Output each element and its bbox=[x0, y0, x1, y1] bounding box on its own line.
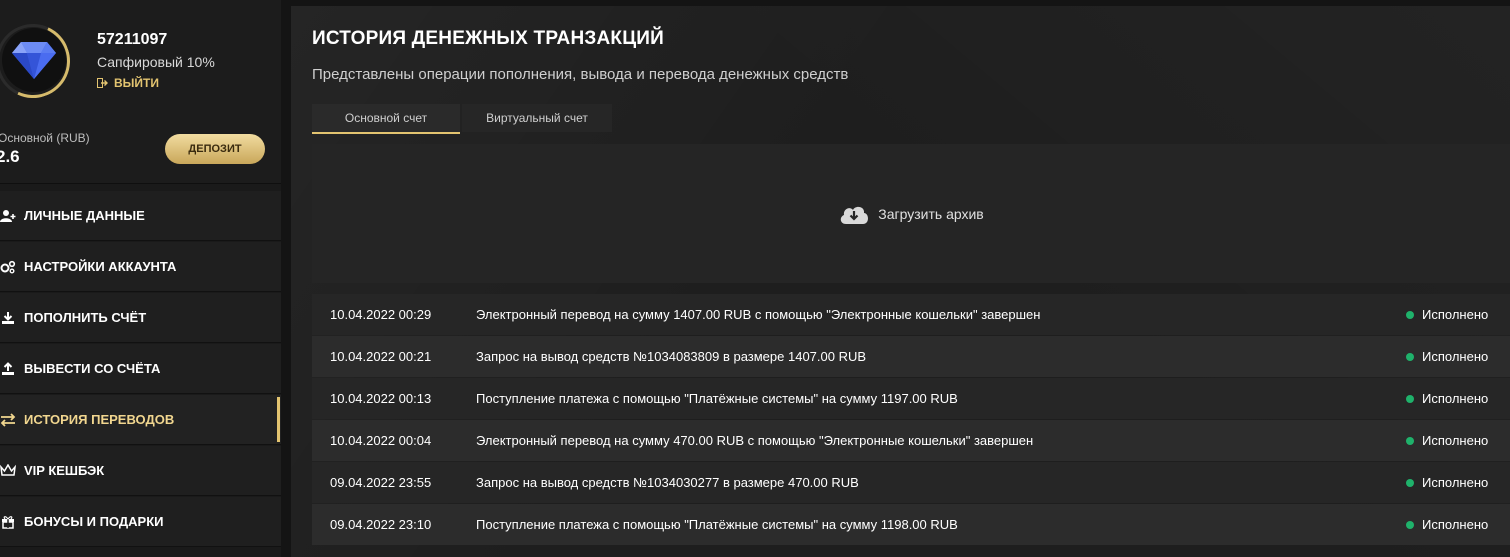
user-plus-icon bbox=[0, 209, 18, 223]
table-row: 09.04.2022 23:10 Поступление платежа с п… bbox=[312, 504, 1510, 545]
transaction-status: Исполнено bbox=[1406, 307, 1510, 322]
sidebar-item-label: НАСТРОЙКИ АККАУНТА bbox=[24, 259, 177, 274]
transaction-status: Исполнено bbox=[1406, 475, 1510, 490]
status-label: Исполнено bbox=[1422, 475, 1489, 490]
status-label: Исполнено bbox=[1422, 349, 1489, 364]
sidebar-item-label: ИСТОРИЯ ПЕРЕВОДОВ bbox=[24, 412, 175, 427]
transaction-status: Исполнено bbox=[1406, 391, 1510, 406]
sidebar-item-transfer-history[interactable]: ИСТОРИЯ ПЕРЕВОДОВ bbox=[0, 395, 281, 445]
deposit-button[interactable]: ДЕПОЗИТ bbox=[165, 134, 265, 164]
status-label: Исполнено bbox=[1422, 391, 1489, 406]
transaction-status: Исполнено bbox=[1406, 433, 1510, 448]
sidebar-item-personal-data[interactable]: ЛИЧНЫЕ ДАННЫЕ bbox=[0, 191, 281, 241]
sidebar-item-withdraw[interactable]: ВЫВЕСТИ СО СЧЁТА bbox=[0, 344, 281, 394]
sidebar-item-label: ВЫВЕСТИ СО СЧЁТА bbox=[24, 361, 161, 376]
table-row: 10.04.2022 00:29 Электронный перевод на … bbox=[312, 294, 1510, 335]
sidebar-item-bonuses[interactable]: БОНУСЫ И ПОДАРКИ bbox=[0, 497, 281, 547]
status-label: Исполнено bbox=[1422, 433, 1489, 448]
sidebar-item-label: ЛИЧНЫЕ ДАННЫЕ bbox=[24, 208, 145, 223]
table-row: 09.04.2022 23:55 Запрос на вывод средств… bbox=[312, 462, 1510, 503]
profile-card: 57211097 Сапфировый 10% ВЫЙТИ Основной (… bbox=[0, 0, 281, 184]
table-row: 10.04.2022 00:13 Поступление платежа с п… bbox=[312, 378, 1510, 419]
transaction-description: Запрос на вывод средств №1034083809 в ра… bbox=[476, 349, 867, 364]
sidebar-item-label: ПОПОЛНИТЬ СЧЁТ bbox=[24, 310, 147, 325]
sidebar-item-vip-cashback[interactable]: VIP КЕШБЭК bbox=[0, 446, 281, 496]
sidebar-menu: ЛИЧНЫЕ ДАННЫЕ НАСТРОЙКИ АККАУНТА ПОПОЛНИ… bbox=[0, 191, 281, 548]
status-dot-icon bbox=[1406, 478, 1414, 487]
logout-link[interactable]: ВЫЙТИ bbox=[97, 76, 159, 90]
transaction-description: Электронный перевод на сумму 1407.00 RUB… bbox=[476, 307, 1041, 322]
gears-icon bbox=[0, 260, 18, 274]
logout-icon bbox=[97, 78, 108, 88]
table-row: 10.04.2022 00:21 Запрос на вывод средств… bbox=[312, 336, 1510, 377]
download-archive-label: Загрузить архив bbox=[878, 205, 984, 222]
account-balance: 2.6 bbox=[0, 147, 20, 166]
status-dot-icon bbox=[1406, 352, 1414, 361]
transaction-status: Исполнено bbox=[1406, 517, 1510, 532]
transaction-description: Запрос на вывод средств №1034030277 в ра… bbox=[476, 475, 859, 490]
tab-main-account[interactable]: Основной счет bbox=[312, 104, 460, 134]
download-archive-button[interactable]: Загрузить архив bbox=[312, 144, 1510, 283]
sidebar-item-account-settings[interactable]: НАСТРОЙКИ АККАУНТА bbox=[0, 242, 281, 292]
page-title: ИСТОРИЯ ДЕНЕЖНЫХ ТРАНЗАКЦИЙ bbox=[312, 28, 664, 49]
status-dot-icon bbox=[1406, 520, 1414, 529]
transaction-date: 09.04.2022 23:10 bbox=[330, 517, 432, 532]
upload-icon bbox=[0, 361, 18, 376]
transaction-date: 10.04.2022 00:29 bbox=[330, 307, 432, 322]
main-content: ИСТОРИЯ ДЕНЕЖНЫХ ТРАНЗАКЦИЙ Представлены… bbox=[291, 6, 1510, 557]
transaction-description: Поступление платежа с помощью "Платёжные… bbox=[476, 517, 958, 532]
logout-label: ВЫЙТИ bbox=[114, 76, 159, 90]
sidebar: 57211097 Сапфировый 10% ВЫЙТИ Основной (… bbox=[0, 0, 281, 557]
transaction-date: 10.04.2022 00:04 bbox=[330, 433, 432, 448]
status-label: Исполнено bbox=[1422, 517, 1489, 532]
transaction-description: Поступление платежа с помощью "Платёжные… bbox=[476, 391, 958, 406]
sidebar-item-label: VIP КЕШБЭК bbox=[24, 463, 105, 478]
account-tabs: Основной счет Виртуальный счет bbox=[312, 104, 612, 134]
crown-icon bbox=[0, 464, 18, 477]
transaction-date: 09.04.2022 23:55 bbox=[330, 475, 432, 490]
status-dot-icon bbox=[1406, 436, 1414, 445]
sidebar-item-deposit[interactable]: ПОПОЛНИТЬ СЧЁТ bbox=[0, 293, 281, 343]
transaction-date: 10.04.2022 00:21 bbox=[330, 349, 432, 364]
transactions-table: 10.04.2022 00:29 Электронный перевод на … bbox=[312, 294, 1510, 546]
avatar bbox=[2, 28, 66, 92]
page-subtitle: Представлены операции пополнения, вывода… bbox=[312, 66, 849, 83]
sapphire-diamond-icon bbox=[12, 42, 56, 79]
tab-virtual-account[interactable]: Виртуальный счет bbox=[462, 104, 612, 132]
account-label: Основной (RUB) bbox=[0, 131, 90, 145]
status-label: Исполнено bbox=[1422, 307, 1489, 322]
transaction-description: Электронный перевод на сумму 470.00 RUB … bbox=[476, 433, 1034, 448]
transaction-date: 10.04.2022 00:13 bbox=[330, 391, 432, 406]
user-level: Сапфировый 10% bbox=[97, 54, 215, 70]
exchange-icon bbox=[0, 412, 18, 427]
gift-icon bbox=[0, 515, 18, 529]
sidebar-item-label: БОНУСЫ И ПОДАРКИ bbox=[24, 514, 164, 529]
download-icon bbox=[0, 311, 18, 325]
cloud-download-icon bbox=[841, 206, 869, 224]
status-dot-icon bbox=[1406, 394, 1414, 403]
status-dot-icon bbox=[1406, 310, 1414, 319]
user-id: 57211097 bbox=[97, 31, 168, 48]
table-row: 10.04.2022 00:04 Электронный перевод на … bbox=[312, 420, 1510, 461]
transaction-status: Исполнено bbox=[1406, 349, 1510, 364]
